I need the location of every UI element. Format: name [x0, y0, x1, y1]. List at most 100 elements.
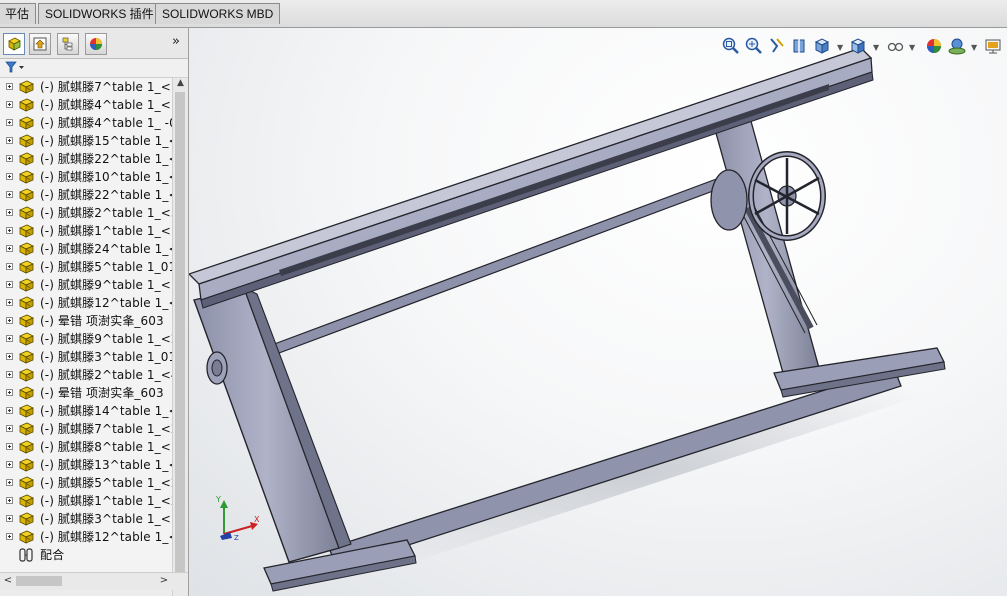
tree-item-component[interactable]: (-) 腻蜞滕12^table 1_<: [0, 528, 172, 546]
expand-node-icon[interactable]: [6, 137, 13, 144]
section-view-icon[interactable]: [790, 36, 810, 56]
property-manager-tab[interactable]: [29, 33, 51, 55]
expand-node-icon[interactable]: [6, 425, 13, 432]
tree-item-component[interactable]: (-) 晕错 项澍实夆_603: [0, 384, 172, 402]
view-settings-icon[interactable]: [983, 36, 1003, 56]
part-icon: [19, 494, 34, 508]
tree-item-component[interactable]: (-) 腻蜞滕8^table 1_<1: [0, 438, 172, 456]
expand-node-icon[interactable]: [6, 101, 13, 108]
expand-node-icon[interactable]: [6, 155, 13, 162]
tree-item-component[interactable]: (-) 腻蜞滕4^table 1_ -0: [0, 114, 172, 132]
expand-node-icon[interactable]: [6, 299, 13, 306]
edit-appearance-icon[interactable]: [924, 36, 944, 56]
display-manager-tab[interactable]: [85, 33, 107, 55]
expand-node-icon[interactable]: [6, 263, 13, 270]
part-icon: [19, 152, 34, 166]
configuration-manager-tab[interactable]: [57, 33, 79, 55]
scroll-up-icon[interactable]: ▲: [175, 78, 186, 89]
tree-item-label: (-) 晕错 项澍实夆_603: [40, 314, 164, 328]
desk-model[interactable]: [189, 28, 1007, 596]
expand-node-icon[interactable]: [6, 461, 13, 468]
tree-item-component[interactable]: (-) 腻蜞滕1^table 1_<2: [0, 492, 172, 510]
tree-item-component[interactable]: (-) 腻蜞滕14^table 1_<: [0, 402, 172, 420]
tree-item-component[interactable]: (-) 腻蜞滕2^table 1_<3: [0, 204, 172, 222]
tree-item-component[interactable]: (-) 腻蜞滕5^table 1_<2: [0, 474, 172, 492]
tree-item-component[interactable]: (-) 腻蜞滕12^table 1_<: [0, 294, 172, 312]
tree-item-mates[interactable]: 配合: [0, 546, 172, 564]
display-style-dropdown-icon[interactable]: ▼: [873, 43, 879, 52]
view-orientation-icon[interactable]: [813, 36, 833, 56]
expand-node-icon[interactable]: [6, 119, 13, 126]
tree-horizontal-scrollbar[interactable]: < >: [0, 572, 188, 590]
display-style-icon[interactable]: [849, 36, 869, 56]
expand-node-icon[interactable]: [6, 533, 13, 540]
tree-item-component[interactable]: (-) 腻蜞滕3^table 1_<1: [0, 510, 172, 528]
tree-item-component[interactable]: (-) 腻蜞滕3^table 1_01-: [0, 348, 172, 366]
part-icon: [19, 242, 34, 256]
filter-icon[interactable]: [5, 61, 25, 74]
tab-evaluate[interactable]: 平估: [0, 3, 37, 24]
expand-node-icon[interactable]: [6, 479, 13, 486]
tab-solidworks-addins[interactable]: SOLIDWORKS 插件: [38, 3, 161, 24]
part-icon: [19, 332, 34, 346]
expand-node-icon[interactable]: [6, 389, 13, 396]
tree-item-component[interactable]: (-) 腻蜞滕15^table 1_<: [0, 132, 172, 150]
feature-manager-panel: » (-) 腻蜞滕7^table 1_<1 (-) 腻蜞滕4^table 1_<1…: [0, 28, 189, 596]
expand-node-icon[interactable]: [6, 173, 13, 180]
tree-item-component[interactable]: (-) 腻蜞滕2^table 1_<4: [0, 366, 172, 384]
tree-item-component[interactable]: (-) 腻蜞滕10^table 1_<: [0, 168, 172, 186]
zoom-to-fit-icon[interactable]: [721, 36, 741, 56]
part-icon: [19, 386, 34, 400]
expand-node-icon[interactable]: [6, 209, 13, 216]
scroll-thumb[interactable]: [175, 92, 185, 580]
tree-item-component[interactable]: (-) 腻蜞滕4^table 1_<1: [0, 96, 172, 114]
previous-view-icon[interactable]: [767, 36, 787, 56]
tree-item-label: (-) 腻蜞滕22^table 1_<: [40, 152, 172, 166]
scroll-left-icon[interactable]: <: [2, 575, 14, 587]
scroll-thumb-horizontal[interactable]: [16, 576, 62, 586]
expand-node-icon[interactable]: [6, 353, 13, 360]
expand-node-icon[interactable]: [6, 497, 13, 504]
tree-item-label: (-) 腻蜞滕22^table 1_<: [40, 188, 172, 202]
apply-scene-dropdown-icon[interactable]: ▼: [971, 43, 977, 52]
hide-show-dropdown-icon[interactable]: ▼: [909, 43, 915, 52]
expand-node-icon[interactable]: [6, 443, 13, 450]
tree-item-component[interactable]: (-) 腻蜞滕22^table 1_<: [0, 186, 172, 204]
expand-node-icon[interactable]: [6, 83, 13, 90]
zoom-to-area-icon[interactable]: [744, 36, 764, 56]
tree-item-component[interactable]: (-) 腻蜞滕9^table 1_<1: [0, 276, 172, 294]
bottom-stretcher: [328, 367, 902, 569]
expand-node-icon[interactable]: [6, 281, 13, 288]
expand-node-icon[interactable]: [6, 407, 13, 414]
expand-node-icon[interactable]: [6, 515, 13, 522]
tree-item-component[interactable]: (-) 晕错 项澍实夆_603: [0, 312, 172, 330]
tree-vertical-scrollbar[interactable]: ▲ ▼: [172, 78, 188, 596]
expand-node-icon[interactable]: [6, 317, 13, 324]
view-orientation-dropdown-icon[interactable]: ▼: [837, 43, 843, 52]
expand-node-icon[interactable]: [6, 227, 13, 234]
tree-item-label: (-) 腻蜞滕24^table 1_<: [40, 242, 172, 256]
scroll-right-icon[interactable]: >: [158, 575, 170, 587]
tree-item-component[interactable]: (-) 腻蜞滕24^table 1_<: [0, 240, 172, 258]
tree-item-label: (-) 腻蜞滕2^table 1_<4: [40, 368, 172, 382]
tree-item-component[interactable]: (-) 腻蜞滕7^table 1_<2: [0, 420, 172, 438]
tree-item-component[interactable]: (-) 腻蜞滕5^table 1_01-: [0, 258, 172, 276]
tree-item-label: (-) 晕错 项澍实夆_603: [40, 386, 164, 400]
tree-item-component[interactable]: (-) 腻蜞滕13^table 1_<: [0, 456, 172, 474]
hide-show-items-icon[interactable]: [885, 36, 905, 56]
expand-node-icon[interactable]: [6, 371, 13, 378]
expand-node-icon[interactable]: [6, 191, 13, 198]
apply-scene-icon[interactable]: [947, 36, 967, 56]
tree-item-component[interactable]: (-) 腻蜞滕7^table 1_<1: [0, 78, 172, 96]
tab-solidworks-mbd[interactable]: SOLIDWORKS MBD: [155, 3, 281, 24]
tree-item-component[interactable]: (-) 腻蜞滕1^table 1_<1: [0, 222, 172, 240]
tree-item-label: (-) 腻蜞滕10^table 1_<: [40, 170, 172, 184]
expand-node-icon[interactable]: [6, 245, 13, 252]
graphics-area[interactable]: ▼ ▼ ▼ ▼ ▼: [189, 28, 1007, 596]
tree-item-component[interactable]: (-) 腻蜞滕22^table 1_<: [0, 150, 172, 168]
feature-manager-tab[interactable]: [3, 33, 25, 55]
part-icon: [19, 134, 34, 148]
expand-node-icon[interactable]: [6, 335, 13, 342]
tree-item-component[interactable]: (-) 腻蜞滕9^table 1_<2: [0, 330, 172, 348]
expand-panel-button[interactable]: »: [168, 34, 184, 50]
